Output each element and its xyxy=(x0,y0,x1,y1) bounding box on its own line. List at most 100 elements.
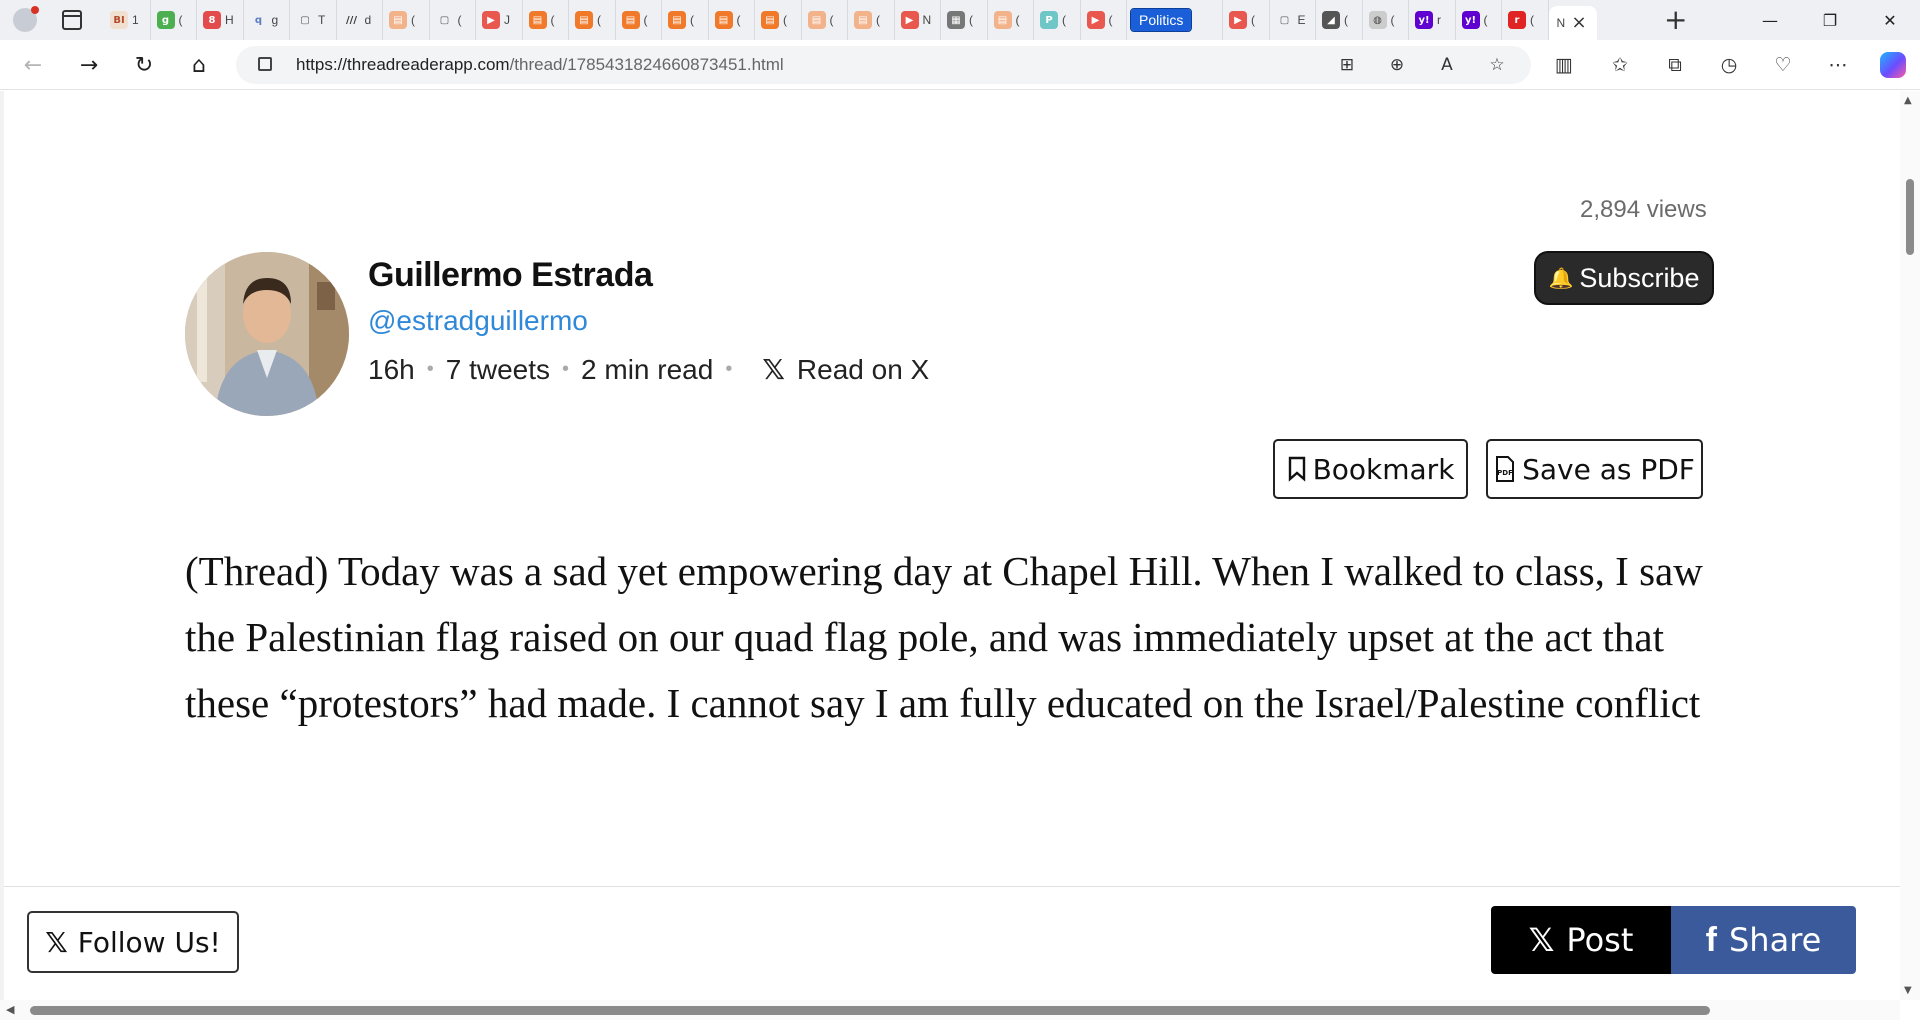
restore-button[interactable]: ❐ xyxy=(1800,0,1860,40)
tab-group-politics[interactable]: Politics xyxy=(1127,0,1223,40)
tab-favicon-icon: y! xyxy=(1461,11,1480,29)
thread-meta: 16h • 7 tweets • 2 min read • 𝕏 Read on … xyxy=(368,353,929,386)
browser-tab[interactable]: BI 1 xyxy=(104,0,151,40)
tab-favicon-icon: ▤ xyxy=(993,11,1012,29)
tab-title: ( xyxy=(1251,13,1255,27)
browser-tab[interactable]: y!( xyxy=(1456,0,1502,40)
meta-separator: • xyxy=(562,358,570,380)
url-text[interactable]: https://threadreaderapp.com/thread/17854… xyxy=(296,55,784,75)
tab-favicon-icon: ▤ xyxy=(668,11,686,29)
browser-tab[interactable]: r( xyxy=(1502,0,1549,40)
close-tab-icon[interactable]: × xyxy=(1572,14,1587,32)
favorite-star-icon[interactable]: ☆ xyxy=(1486,54,1508,76)
scroll-up-arrow-icon[interactable]: ▲ xyxy=(1904,95,1912,106)
tab-favicon-icon: ▶ xyxy=(1229,11,1247,29)
browser-tab[interactable]: ▶ N xyxy=(895,0,941,40)
browser-tab[interactable]: ▤( xyxy=(523,0,569,40)
horizontal-scrollbar[interactable]: ◀ xyxy=(0,1000,1900,1020)
read-time: 2 min read xyxy=(581,353,714,385)
read-on-x-link[interactable]: Read on X xyxy=(797,354,929,386)
tab-favicon-icon: ◢ xyxy=(1322,11,1340,29)
forward-button[interactable]: → xyxy=(72,48,106,82)
browser-tab[interactable]: ▢ T xyxy=(290,0,337,40)
browser-tab[interactable]: ▤( xyxy=(662,0,709,40)
browser-tab[interactable]: ▢( xyxy=(430,0,476,40)
scroll-down-arrow-icon[interactable]: ▼ xyxy=(1904,985,1912,996)
address-bar[interactable]: https://threadreaderapp.com/thread/17854… xyxy=(236,46,1531,84)
meta-separator: • xyxy=(426,358,434,380)
horizontal-scroll-thumb[interactable] xyxy=(30,1006,1710,1015)
zoom-icon[interactable]: ⊕ xyxy=(1386,54,1408,76)
history-icon[interactable]: ◷ xyxy=(1714,50,1744,80)
browser-tab[interactable]: y! r xyxy=(1409,0,1456,40)
tab-title: r xyxy=(1437,13,1441,27)
vertical-scrollbar[interactable]: ▲ ▼ xyxy=(1900,91,1920,1000)
browser-essentials-icon[interactable]: ♡ xyxy=(1768,50,1798,80)
tab-title: ( xyxy=(1015,13,1020,27)
browser-tab[interactable]: ▤( xyxy=(709,0,755,40)
collections-icon[interactable]: ⧉ xyxy=(1660,50,1690,80)
browser-tab[interactable]: g( xyxy=(151,0,197,40)
post-to-x-button[interactable]: 𝕏 Post xyxy=(1491,906,1671,974)
browser-tab[interactable]: ▤( xyxy=(569,0,616,40)
pdf-icon-text: PDF xyxy=(1497,469,1513,477)
tab-favicon-icon: BI xyxy=(110,11,128,29)
browser-tab[interactable]: ▤( xyxy=(802,0,848,40)
app-available-icon[interactable]: ⊞ xyxy=(1336,54,1358,76)
tab-favicon-icon: ▤ xyxy=(621,11,640,29)
browser-tab[interactable]: ◢( xyxy=(1316,0,1363,40)
vertical-scroll-thumb[interactable] xyxy=(1906,179,1914,255)
read-aloud-icon[interactable]: A xyxy=(1436,54,1458,76)
browser-tab[interactable]: ▤( xyxy=(755,0,802,40)
home-button[interactable]: ⌂ xyxy=(182,48,216,82)
browser-tab[interactable]: ▦( xyxy=(941,0,988,40)
browser-tab[interactable]: ▤( xyxy=(383,0,430,40)
browser-tab[interactable]: ▤( xyxy=(848,0,895,40)
new-tab-button[interactable]: + xyxy=(1664,6,1687,34)
author-name[interactable]: Guillermo Estrada xyxy=(368,256,653,295)
minimize-button[interactable]: — xyxy=(1740,0,1800,40)
tab-actions-icon[interactable] xyxy=(62,10,82,30)
follow-us-button[interactable]: 𝕏 Follow Us! xyxy=(27,911,239,973)
tab-favicon-icon: 8 xyxy=(203,11,221,29)
bookmark-button[interactable]: Bookmark xyxy=(1273,439,1468,499)
tab-favicon-icon: P xyxy=(1040,11,1058,29)
copilot-icon[interactable] xyxy=(1880,52,1906,78)
tab-favicon-icon: ▤ xyxy=(389,11,407,29)
split-screen-icon[interactable]: ▥ xyxy=(1549,50,1579,80)
browser-tab[interactable]: ▤( xyxy=(988,0,1034,40)
tab-group-label[interactable]: Politics xyxy=(1129,8,1193,32)
browser-tab[interactable]: ▶( xyxy=(1223,0,1270,40)
subscribe-button[interactable]: 🔔 Subscribe xyxy=(1534,251,1714,305)
browser-tab[interactable]: ▢ E xyxy=(1270,0,1316,40)
settings-more-icon[interactable]: ⋯ xyxy=(1823,50,1853,80)
tab-favicon-icon: g xyxy=(156,11,175,29)
back-button[interactable]: ← xyxy=(16,48,50,82)
browser-tab[interactable]: P( xyxy=(1034,0,1081,40)
browser-tab[interactable]: qg xyxy=(244,0,290,40)
browser-tab[interactable]: ///d xyxy=(337,0,383,40)
scroll-left-arrow-icon[interactable]: ◀ xyxy=(6,1003,14,1016)
thread-age: 16h xyxy=(368,353,415,385)
favorites-icon[interactable]: ✩ xyxy=(1605,50,1635,80)
window-controls: — ❐ ✕ xyxy=(1740,0,1920,40)
tab-favicon-icon: ▶ xyxy=(1086,11,1105,29)
tab-title: ( xyxy=(1530,13,1534,27)
browser-tab[interactable]: 8H xyxy=(197,0,244,40)
profile-icon[interactable] xyxy=(13,6,39,32)
tab-title: ( xyxy=(1062,13,1066,27)
share-facebook-button[interactable]: f Share xyxy=(1671,906,1856,974)
active-tab[interactable]: N × xyxy=(1548,6,1597,40)
author-handle[interactable]: @estradguillermo xyxy=(368,305,588,337)
tab-title: ( xyxy=(643,13,648,27)
browser-tab[interactable]: ▶ J xyxy=(476,0,523,40)
tab-title: ( xyxy=(829,13,834,27)
lock-icon[interactable] xyxy=(258,57,272,71)
browser-tab[interactable]: ◍( xyxy=(1363,0,1409,40)
reload-button[interactable]: ↻ xyxy=(127,48,161,82)
author-avatar[interactable] xyxy=(185,252,349,416)
close-window-button[interactable]: ✕ xyxy=(1860,0,1920,40)
browser-tab[interactable]: ▶( xyxy=(1081,0,1127,40)
save-pdf-button[interactable]: PDF Save as PDF xyxy=(1486,439,1703,499)
browser-tab[interactable]: ▤( xyxy=(616,0,662,40)
